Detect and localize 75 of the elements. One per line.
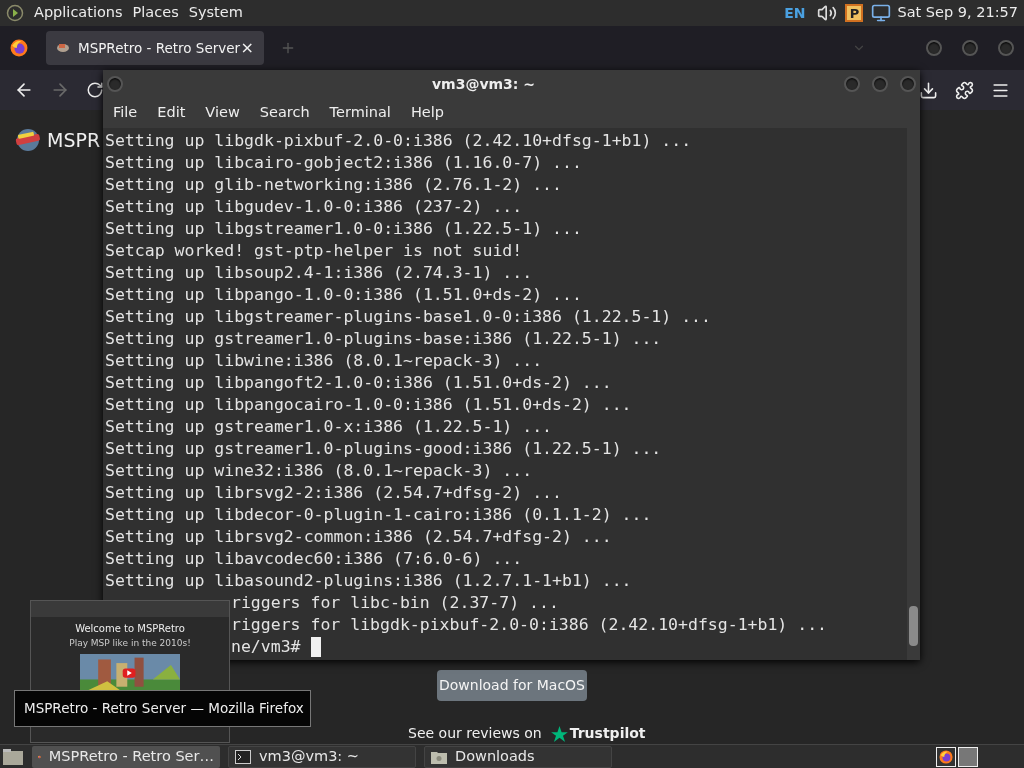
menu-item[interactable]: Terminal [329, 102, 391, 124]
window-control[interactable] [872, 76, 888, 92]
window-control[interactable] [998, 40, 1014, 56]
reviews-text: See our reviews on [408, 724, 542, 743]
extensions-icon[interactable] [955, 80, 974, 100]
site-logo-icon[interactable] [14, 128, 42, 152]
tab-close-button[interactable]: × [240, 36, 254, 60]
terminal-line: Setting up libpangoft2-1.0-0:i386 (1.51.0+ds-2) ... [105, 373, 612, 392]
show-desktop-icon[interactable] [2, 748, 24, 766]
distro-logo-icon[interactable] [6, 4, 24, 22]
panel-menu[interactable]: System [188, 2, 243, 24]
terminal-line: Setting up libgstreamer1.0-0:i386 (1.22.5-1) ... [105, 219, 582, 238]
workspace-switcher[interactable] [936, 747, 978, 767]
terminal-line: riggers for libgdk-pixbuf-2.0-0:i386 (2.42.10+dfsg-1+b1) ... [231, 615, 828, 634]
terminal-line: Setcap worked! gst-ptp-helper is not suid! [105, 241, 523, 260]
menu-item[interactable]: Search [259, 102, 310, 124]
tab-title: MSPRetro - Retro Server [78, 38, 241, 58]
terminal-icon [235, 750, 251, 764]
terminal-line: Setting up libgstreamer-plugins-base1.0-0:i386 (1.22.5-1) ... [105, 307, 711, 326]
menu-item[interactable]: File [113, 102, 138, 124]
terminal-line: Setting up libdecor-0-plugin-1-cairo:i386 (0.1.1-2) ... [105, 505, 652, 524]
trustpilot-link[interactable]: Trustpilot [569, 723, 646, 744]
terminal-line: riggers for libc-bin (2.37-7) ... [231, 593, 559, 612]
terminal-line: Setting up gstreamer1.0-x:i386 (1.22.5-1) ... [105, 417, 553, 436]
keyboard-layout-indicator[interactable]: EN [784, 2, 806, 24]
site-name[interactable]: MSPR [47, 125, 101, 155]
taskbar-button[interactable]: Downloads [424, 746, 612, 768]
taskbar-button[interactable]: vm3@vm3: ~ [228, 746, 416, 768]
menu-item[interactable]: View [205, 102, 240, 124]
browser-logo-icon [939, 750, 953, 764]
terminal-line: Setting up libavcodec60:i386 (7:6.0-6) ... [105, 549, 523, 568]
terminal-line: Setting up libpango-1.0-0:i386 (1.51.0+ds-2) ... [105, 285, 582, 304]
terminal-line: Setting up librsvg2-common:i386 (2.54.7+dfsg-2) ... [105, 527, 612, 546]
window-control[interactable] [962, 40, 978, 56]
terminal-line: Setting up glib-networking:i386 (2.76.1-2) ... [105, 175, 562, 194]
terminal-line: Setting up wine32:i386 (8.0.1~repack-3) ... [105, 461, 533, 480]
window-control[interactable] [844, 76, 860, 92]
site-favicon-icon [56, 41, 70, 55]
panel-menu[interactable]: Applications [34, 2, 123, 24]
menu-item[interactable]: Help [410, 102, 444, 124]
shell-prompt: ne/vm3# [231, 636, 301, 658]
volume-icon[interactable] [817, 3, 838, 23]
tooltip-text: MSPRetro - Retro Server — Mozilla Firefox [24, 699, 304, 719]
folder-icon [431, 750, 447, 764]
terminal-line: Setting up libgudev-1.0-0:i386 (237-2) ... [105, 197, 523, 216]
terminal-line: Setting up gstreamer1.0-plugins-base:i386 (1.22.5-1) ... [105, 329, 662, 348]
window-control[interactable] [900, 76, 916, 92]
taskbar-button[interactable]: MSPRetro - Retro Ser… [32, 746, 220, 768]
tray-badge[interactable]: P [845, 4, 864, 22]
terminal-line: Setting up libcairo-gobject2:i386 (1.16.0-7) ... [105, 153, 582, 172]
terminal-line: Setting up libpangocairo-1.0-0:i386 (1.51.0+ds-2) ... [105, 395, 632, 414]
download-icon[interactable] [919, 80, 938, 100]
preview-subheading: Play MSP like in the 2010s! [69, 637, 191, 650]
scrollbar-thumb[interactable] [909, 606, 918, 646]
reload-icon[interactable] [86, 81, 104, 99]
download-button[interactable]: Download for MacOS [437, 670, 587, 701]
browser-logo-icon[interactable] [10, 39, 28, 57]
menu-item[interactable]: Edit [157, 102, 186, 124]
terminal-line: Setting up libasound2-plugins:i386 (1.2.7.1-1+b1) ... [105, 571, 632, 590]
terminal-line: Setting up librsvg2-2:i386 (2.54.7+dfsg-2) ... [105, 483, 562, 502]
window-title: vm3@vm3: ~ [430, 74, 537, 94]
terminal-line: Setting up libwine:i386 (8.0.1~repack-3) ... [105, 351, 543, 370]
preview-heading: Welcome to MSPRetro [75, 622, 185, 636]
window-menu-button[interactable] [107, 76, 123, 92]
browser-tab[interactable]: MSPRetro - Retro Server× [46, 31, 264, 65]
terminal-line: Setting up libgdk-pixbuf-2.0-0:i386 (2.42.10+dfsg-1+b1) ... [105, 131, 692, 150]
terminal-line: Setting up gstreamer1.0-plugins-good:i386 (1.22.5-1) ... [105, 439, 662, 458]
scrollbar[interactable] [907, 128, 920, 660]
panel-menu[interactable]: Places [132, 2, 179, 24]
window-control[interactable] [926, 40, 942, 56]
star-icon[interactable] [550, 725, 568, 742]
clock[interactable]: Sat Sep 9, 21:57 [897, 2, 1018, 24]
text-cursor [310, 637, 321, 657]
network-icon[interactable] [871, 3, 892, 23]
terminal-line: Setting up libsoup2.4-1:i386 (2.74.3-1) ... [105, 263, 533, 282]
